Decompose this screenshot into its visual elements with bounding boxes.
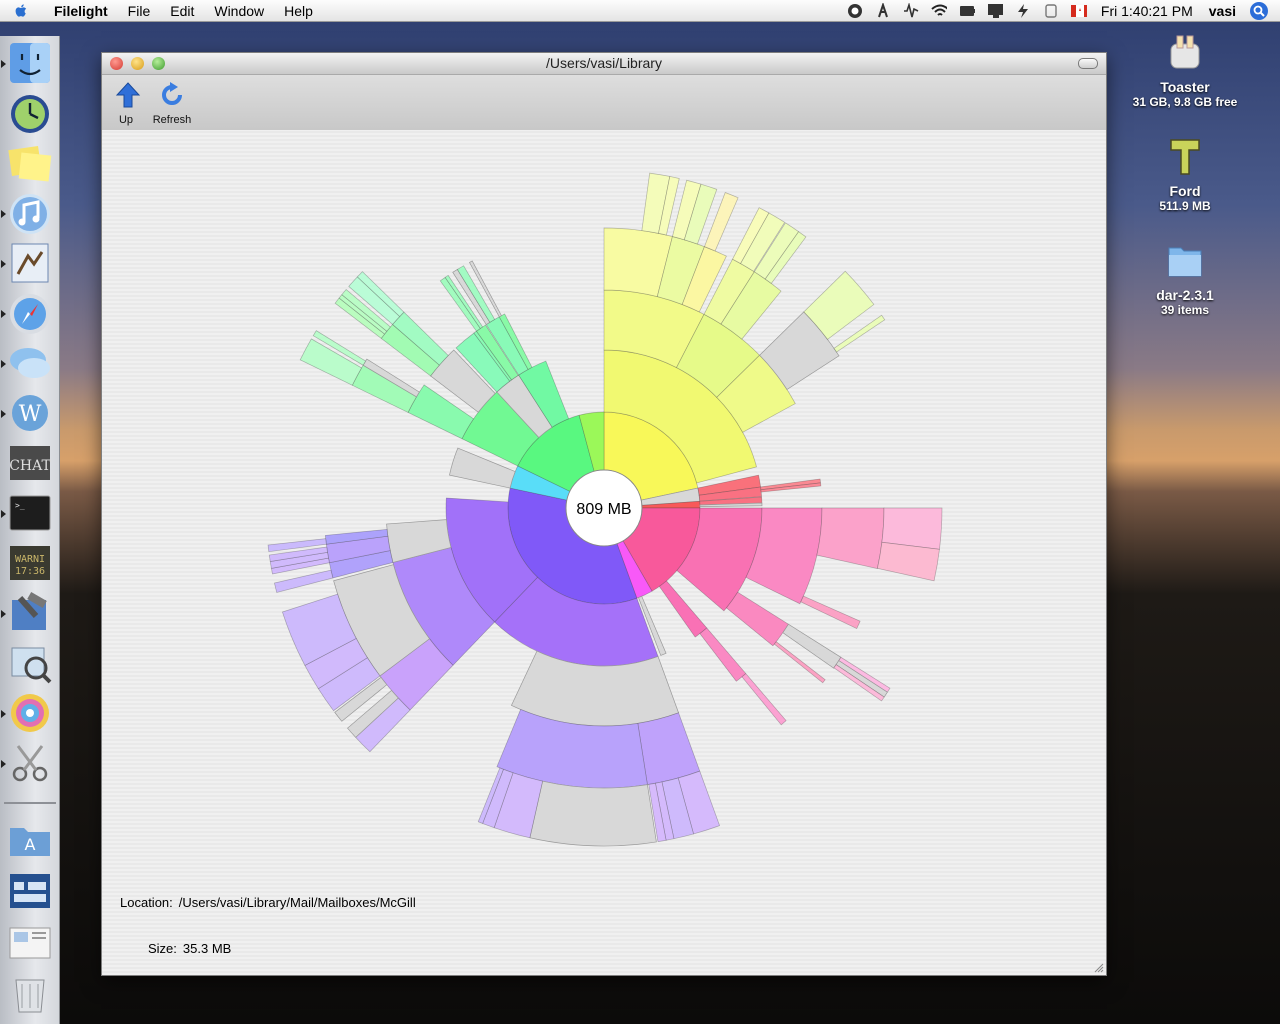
sunburst-chart[interactable]: 809 MB	[102, 130, 1106, 870]
applications-folder-icon[interactable]: A	[6, 816, 54, 862]
svg-text:A: A	[25, 835, 36, 854]
sunburst-segment[interactable]	[637, 712, 701, 786]
refresh-label: Refresh	[152, 114, 192, 126]
preview-icon[interactable]	[6, 640, 54, 686]
display-icon[interactable]	[987, 3, 1003, 19]
ichat-icon[interactable]	[6, 340, 54, 386]
resize-grip-icon[interactable]	[1094, 963, 1104, 973]
wordpress-icon[interactable]: W	[6, 390, 54, 436]
location-value: /Users/vasi/Library/Mail/Mailboxes/McGil…	[178, 895, 416, 910]
activity-icon[interactable]	[903, 2, 919, 19]
refresh-icon	[162, 82, 182, 105]
scissors-icon[interactable]	[6, 740, 54, 786]
sunburst-segment[interactable]	[274, 569, 334, 593]
location-row: Location: /Users/vasi/Library/Mail/Mailbo…	[120, 895, 416, 910]
up-arrow-icon	[115, 82, 141, 108]
refresh-button[interactable]: Refresh	[150, 81, 194, 126]
size-label: Size:	[148, 941, 177, 956]
sunburst-segment[interactable]	[835, 660, 888, 698]
desktop-icon-info: 39 items	[1160, 303, 1210, 317]
folder-icon	[1168, 247, 1202, 277]
menu-bar: Filelight File Edit Window Help Fri 1:40…	[0, 0, 1280, 22]
desktop-icon-name: Toaster	[1160, 79, 1210, 95]
sunburst-segment[interactable]	[816, 507, 885, 569]
wifi-icon[interactable]	[931, 3, 947, 19]
trash-icon[interactable]	[6, 970, 54, 1016]
menu-file[interactable]: File	[118, 0, 161, 22]
spotlight-icon[interactable]	[1250, 1, 1268, 20]
toolbar-toggle-button[interactable]	[1078, 58, 1098, 69]
center-size-label: 809 MB	[576, 501, 631, 518]
quicksilver-icon[interactable]	[847, 3, 863, 19]
title-bar[interactable]: /Users/vasi/Library	[102, 53, 1106, 75]
desktop-icon-name: dar-2.3.1	[1156, 287, 1214, 303]
toolbar: Up Refresh	[102, 75, 1106, 131]
dashboard-icon[interactable]	[6, 868, 54, 914]
sunburst-segment[interactable]	[782, 623, 842, 669]
ford-drive-icon	[1170, 139, 1200, 175]
content-area: 809 MB Location: /Users/vasi/Library/Mail…	[102, 130, 1106, 975]
desktop-icon-info: 511.9 MB	[1159, 199, 1211, 213]
svg-text:W: W	[19, 402, 42, 427]
dock-separator	[4, 802, 56, 804]
mail-icon[interactable]	[6, 240, 54, 286]
menu-help[interactable]: Help	[274, 0, 323, 22]
desktop-icon-name: Ford	[1169, 183, 1201, 199]
script-icon[interactable]	[875, 2, 891, 19]
menu-user[interactable]: vasi	[1201, 3, 1244, 19]
safari-icon[interactable]	[6, 290, 54, 336]
size-value: 35.3 MB	[182, 941, 232, 956]
desktop-icon-info: 31 GB, 9.8 GB free	[1132, 95, 1238, 109]
size-row: Size: 35.3 MB	[148, 941, 231, 956]
sunburst-segment[interactable]	[800, 595, 861, 629]
desktop-icon-ford[interactable]: Ford 511.9 MB	[1125, 136, 1245, 213]
up-button[interactable]: Up	[114, 81, 141, 126]
svg-text:CHAT: CHAT	[9, 458, 51, 474]
chat-icon[interactable]: CHAT	[6, 440, 54, 486]
menu-window[interactable]: Window	[204, 0, 274, 22]
up-label: Up	[118, 114, 134, 126]
terminal-icon[interactable]: >_	[6, 490, 54, 536]
window-title: /Users/vasi/Library	[546, 55, 662, 71]
sunburst-segment[interactable]	[529, 780, 657, 847]
dock: W CHAT >_ WARNI 17:36 A	[0, 36, 60, 1024]
menu-clock[interactable]: Fri 1:40:21 PM	[1093, 3, 1201, 19]
menu-edit[interactable]: Edit	[160, 0, 204, 22]
battery-icon[interactable]	[959, 3, 975, 19]
canada-flag-icon[interactable]	[1070, 3, 1087, 19]
filelight-icon[interactable]	[6, 690, 54, 736]
svg-text:>_: >_	[15, 501, 25, 510]
documents-icon[interactable]	[6, 920, 54, 966]
time-machine-icon[interactable]	[6, 90, 54, 136]
filelight-window: /Users/vasi/Library Up Refresh 809 MB Lo…	[101, 52, 1107, 976]
sunburst-segment[interactable]	[699, 627, 747, 682]
desktop-icon-toaster[interactable]: Toaster 31 GB, 9.8 GB free	[1125, 32, 1245, 109]
sunburst-segment[interactable]	[877, 541, 940, 582]
itunes-icon[interactable]	[6, 190, 54, 236]
toaster-icon	[1170, 35, 1200, 69]
svg-text:WARNI: WARNI	[15, 554, 45, 565]
stickies-icon[interactable]	[6, 140, 54, 186]
menu-app-name[interactable]: Filelight	[44, 0, 118, 22]
xcode-icon[interactable]	[6, 590, 54, 636]
apple-icon[interactable]	[12, 2, 30, 20]
console-icon[interactable]: WARNI 17:36	[6, 540, 54, 586]
sunburst-segment[interactable]	[741, 673, 787, 726]
svg-text:17:36: 17:36	[15, 566, 45, 577]
desktop-icon-dar[interactable]: dar-2.3.1 39 items	[1125, 240, 1245, 317]
location-label: Location:	[120, 895, 173, 910]
finder-icon[interactable]	[6, 40, 54, 86]
volume-icon[interactable]	[1043, 3, 1059, 19]
sunburst-segment[interactable]	[725, 591, 789, 647]
bolt-icon[interactable]	[1015, 3, 1031, 19]
